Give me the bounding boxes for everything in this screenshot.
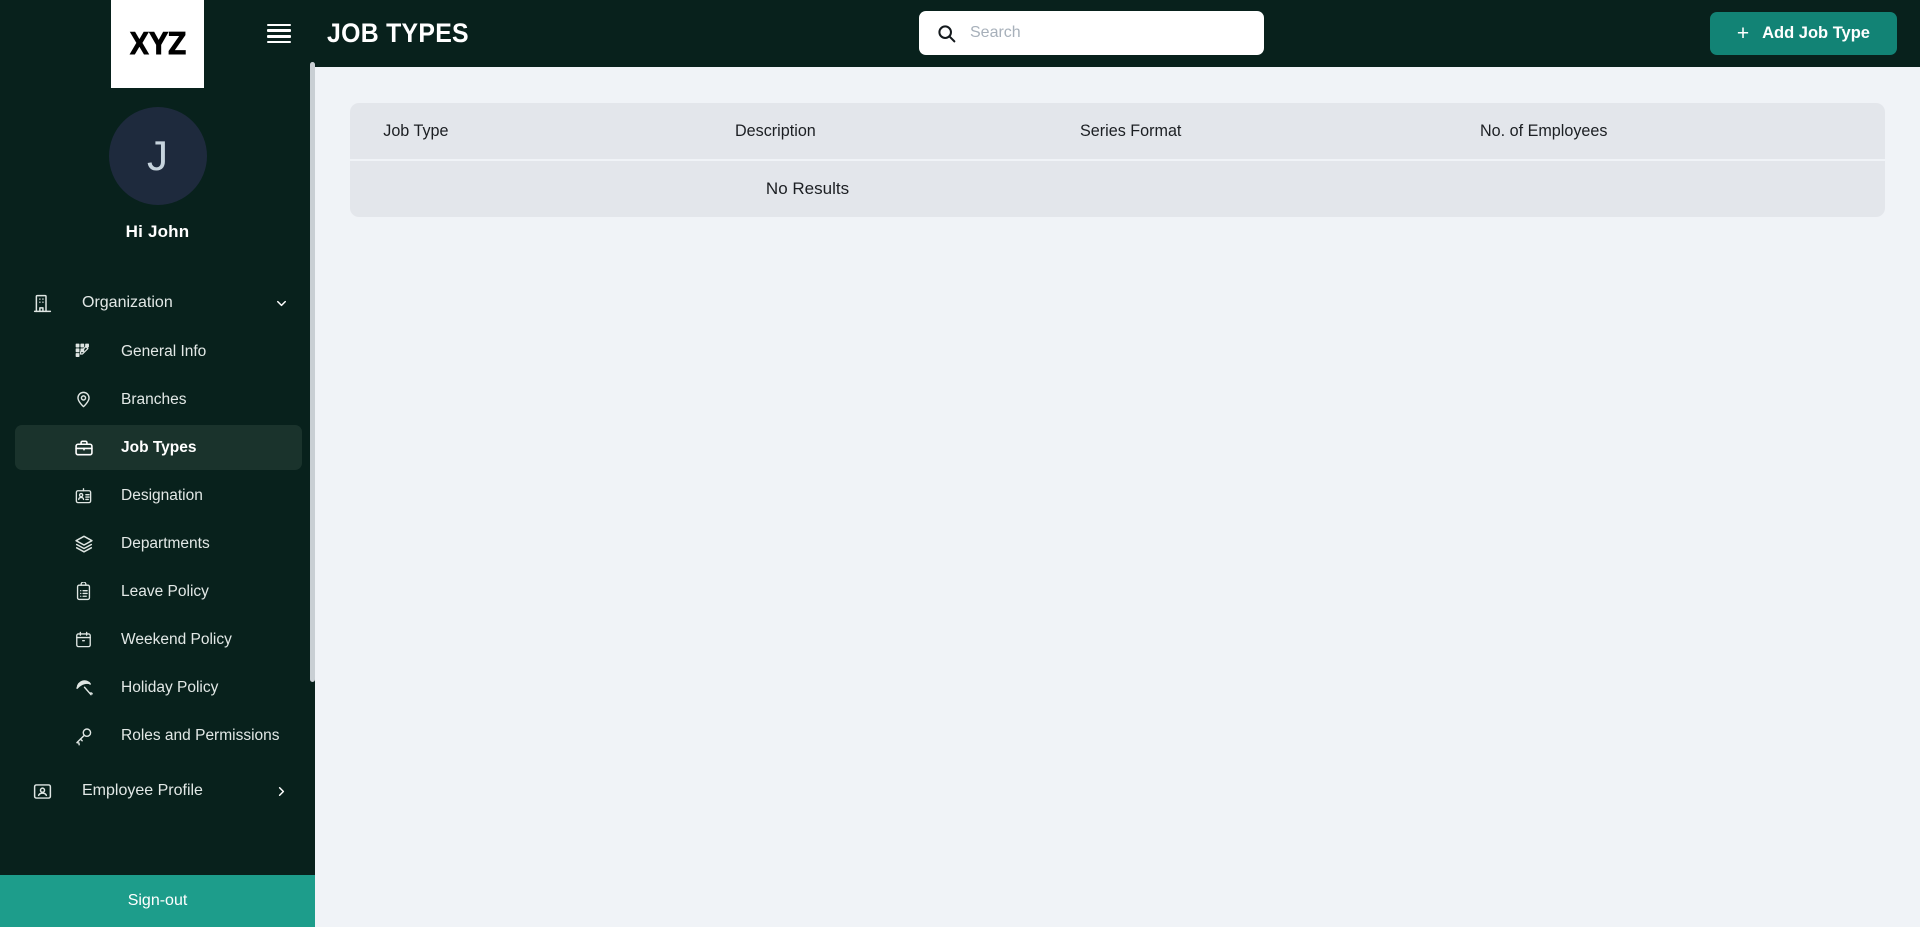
sidebar-item-label: Designation [121,486,203,504]
sidebar-group-employee-profile[interactable]: Employee Profile [0,768,315,814]
briefcase-icon [73,437,94,458]
key-icon [73,725,94,746]
app-root: XYZ J Hi John Organization General Info … [0,0,1920,927]
search-icon [936,23,957,44]
sidebar-group-label: Employee Profile [82,782,203,799]
plus-icon: + [1736,22,1750,45]
signout-label: Sign-out [127,892,188,909]
sidebar-item-holiday-policy[interactable]: Holiday Policy [15,665,302,710]
search-box[interactable] [919,11,1264,55]
signout-button[interactable]: Sign-out [0,875,315,927]
search-input[interactable] [970,24,1240,42]
add-job-type-button[interactable]: + Add Job Type [1709,12,1897,55]
sidebar-scroll-area: XYZ J Hi John Organization General Info … [0,0,315,875]
main-area: JOB TYPES + Add Job Type Job Type [267,0,1920,927]
column-header-description: Description [735,121,816,140]
sidebar-item-label: Branches [121,390,187,408]
sidebar-group-label: Organization [82,294,173,311]
brand-logo[interactable]: XYZ [111,0,204,88]
column-header-no-of-employees: No. of Employees [1480,121,1608,140]
beach-umbrella-icon [73,677,94,698]
sidebar-item-label: Departments [121,534,210,552]
sidebar: XYZ J Hi John Organization General Info … [0,0,315,927]
sidebar-item-label: Roles and Permissions [121,726,280,744]
id-badge-icon [73,485,94,506]
sidebar-nav: Organization General Info Branches Job T… [0,280,315,814]
column-header-job-type: Job Type [383,121,449,140]
chevron-down-icon[interactable] [273,295,289,311]
add-job-type-label: Add Job Type [1762,24,1870,42]
clipboard-list-icon [73,581,94,602]
job-types-table: Job Type Description Series Format No. o… [350,103,1885,217]
grid-edit-icon [73,341,94,362]
sidebar-item-departments[interactable]: Departments [15,521,302,566]
sidebar-item-weekend-policy[interactable]: Weekend Policy [15,617,302,662]
chevron-right-icon[interactable] [273,783,289,799]
sidebar-group-organization[interactable]: Organization [0,280,315,326]
layers-icon [73,533,94,554]
topbar: JOB TYPES + Add Job Type [267,0,1920,67]
sidebar-item-roles-and-permissions[interactable]: Roles and Permissions [15,713,302,758]
sidebar-item-label: Holiday Policy [121,678,219,696]
sidebar-item-label: Leave Policy [121,582,209,600]
brand-logo-text: XYZ [129,26,187,62]
column-header-series-format: Series Format [1080,121,1182,140]
no-results-message: No Results [765,179,850,198]
avatar[interactable]: J [108,107,207,205]
sidebar-item-label: General Info [121,342,207,360]
content-area: Job Type Description Series Format No. o… [315,67,1920,927]
map-pin-icon [73,389,94,410]
sidebar-item-leave-policy[interactable]: Leave Policy [15,569,302,614]
sidebar-item-label: Weekend Policy [121,630,232,648]
sidebar-item-label: Job Types [121,438,197,456]
building-icon [31,292,53,314]
sidebar-item-branches[interactable]: Branches [15,377,302,422]
sidebar-scrollbar[interactable] [310,62,315,682]
calendar-icon [73,629,94,650]
page-title: JOB TYPES [327,18,469,48]
table-header-row: Job Type Description Series Format No. o… [350,103,1885,159]
hamburger-icon[interactable] [267,23,291,44]
sidebar-item-job-types[interactable]: Job Types [15,425,302,470]
user-greeting: Hi John [125,222,190,241]
sidebar-item-general-info[interactable]: General Info [15,329,302,374]
sidebar-item-designation[interactable]: Designation [15,473,302,518]
avatar-initial: J [147,132,168,179]
user-card-icon [31,780,53,802]
table-empty-row: No Results [350,161,1885,217]
